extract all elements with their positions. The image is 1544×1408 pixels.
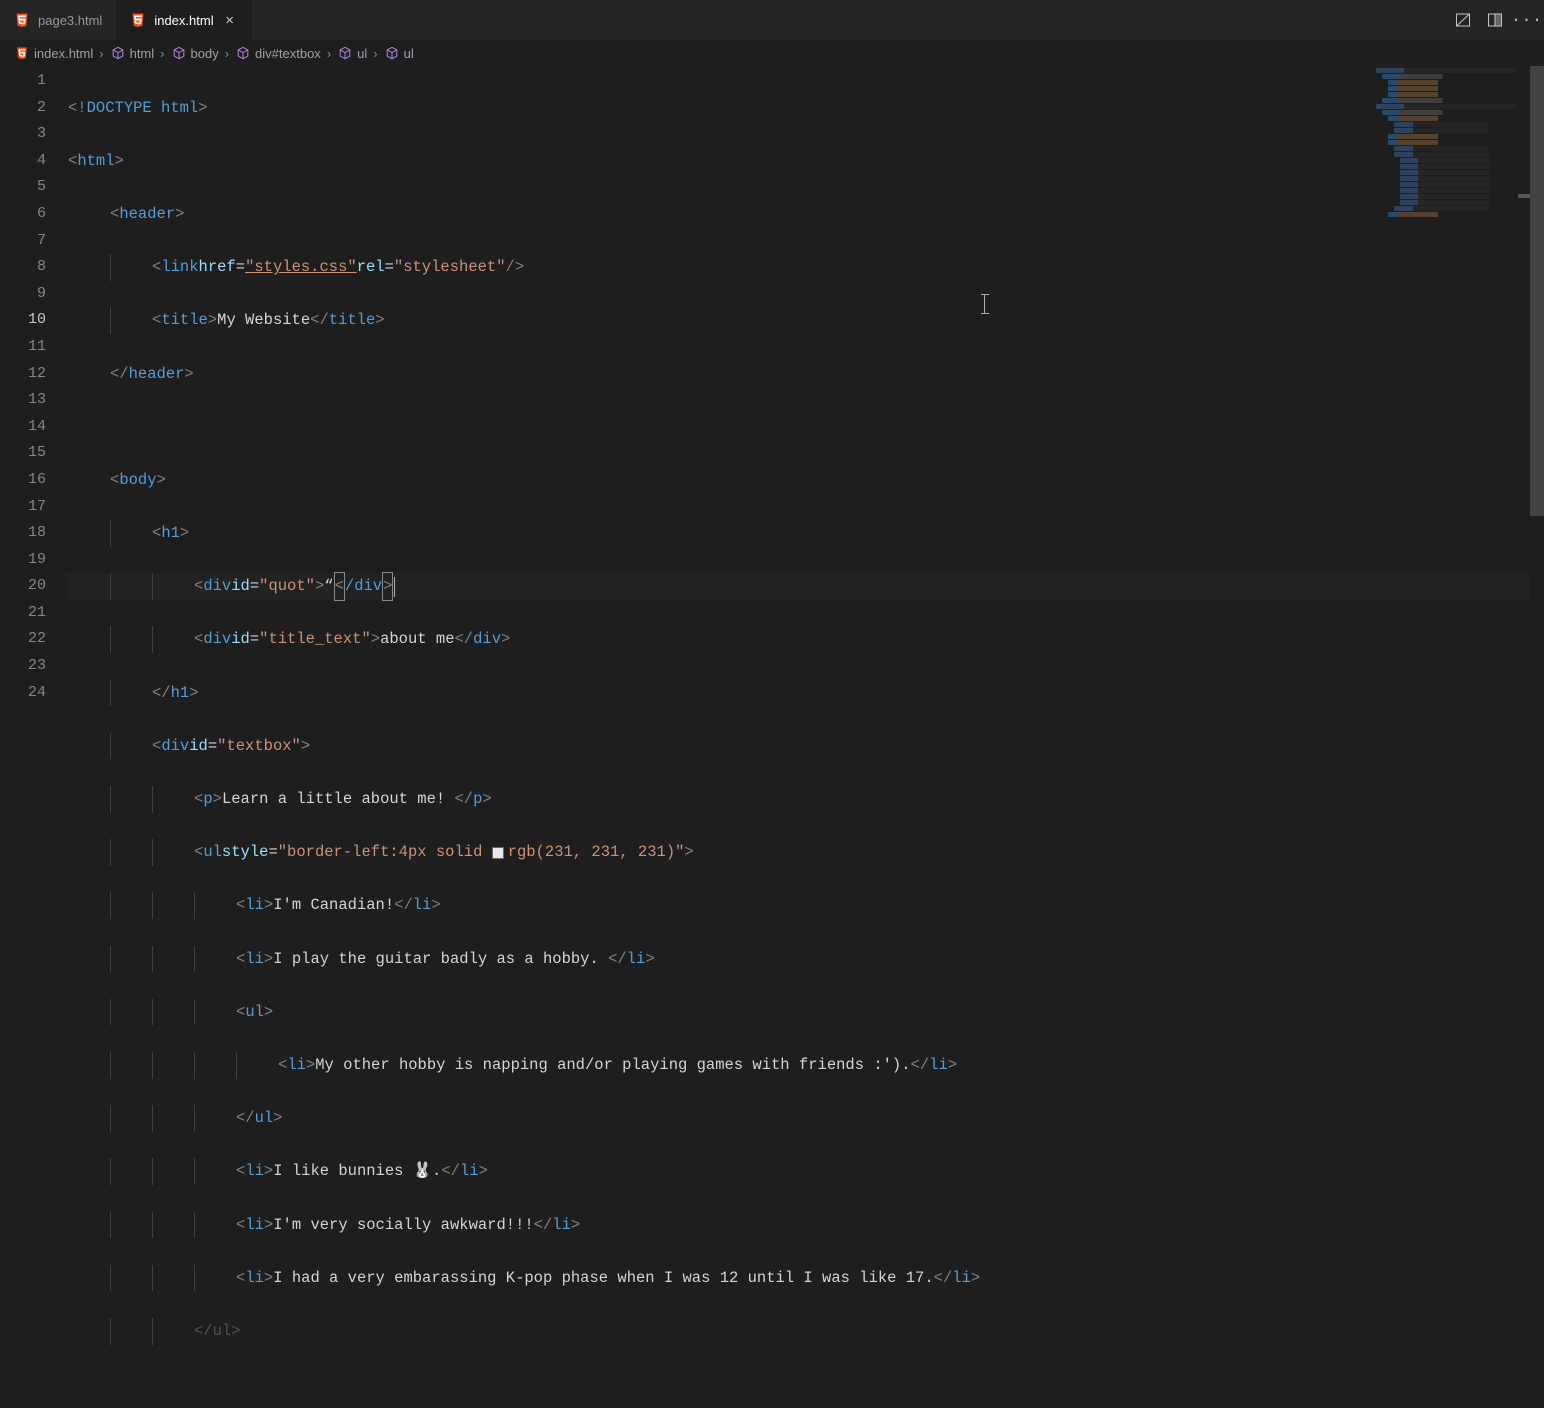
breadcrumbs: index.html › html › body › div#textbox ›… (0, 40, 1544, 66)
more-actions-icon[interactable]: ··· (1516, 9, 1538, 31)
breadcrumb-body[interactable]: body (171, 45, 219, 61)
breadcrumb-file[interactable]: index.html (14, 45, 93, 61)
symbol-icon (171, 45, 187, 61)
overview-ruler (1518, 66, 1530, 696)
compare-changes-icon[interactable] (1452, 9, 1474, 31)
html5-icon (130, 12, 146, 28)
symbol-icon (110, 45, 126, 61)
editor-actions: ··· (1452, 9, 1538, 31)
breadcrumb-div-textbox[interactable]: div#textbox (235, 45, 321, 61)
line-number-gutter: 1 2 3 4 5 6 7 8 9 10 11 12 13 14 15 16 1… (0, 66, 68, 704)
breadcrumb-ul2[interactable]: ul (384, 45, 414, 61)
chevron-right-icon: › (222, 46, 232, 61)
tab-index-active[interactable]: index.html × (116, 0, 251, 40)
code-area[interactable]: <!DOCTYPE html> <html> <header> <link hr… (68, 66, 1544, 704)
tab-bar: page3.html index.html × ··· (0, 0, 1544, 40)
editor[interactable]: 1 2 3 4 5 6 7 8 9 10 11 12 13 14 15 16 1… (0, 66, 1544, 704)
tab-label: page3.html (38, 13, 102, 28)
symbol-icon (337, 45, 353, 61)
close-icon[interactable]: × (222, 12, 238, 29)
chevron-right-icon: › (96, 46, 106, 61)
html5-icon (14, 12, 30, 28)
vertical-scrollbar[interactable] (1530, 66, 1544, 696)
chevron-right-icon: › (324, 46, 334, 61)
symbol-icon (384, 45, 400, 61)
chevron-right-icon: › (157, 46, 167, 61)
split-editor-icon[interactable] (1484, 9, 1506, 31)
chevron-right-icon: › (370, 46, 380, 61)
text-cursor (394, 577, 395, 597)
symbol-icon (235, 45, 251, 61)
color-swatch-icon (492, 847, 504, 859)
tab-label: index.html (154, 13, 213, 28)
scrollbar-thumb[interactable] (1530, 66, 1544, 516)
breadcrumb-ul1[interactable]: ul (337, 45, 367, 61)
tab-page3[interactable]: page3.html (0, 0, 116, 40)
html5-icon (14, 45, 30, 61)
breadcrumb-html[interactable]: html (110, 45, 155, 61)
